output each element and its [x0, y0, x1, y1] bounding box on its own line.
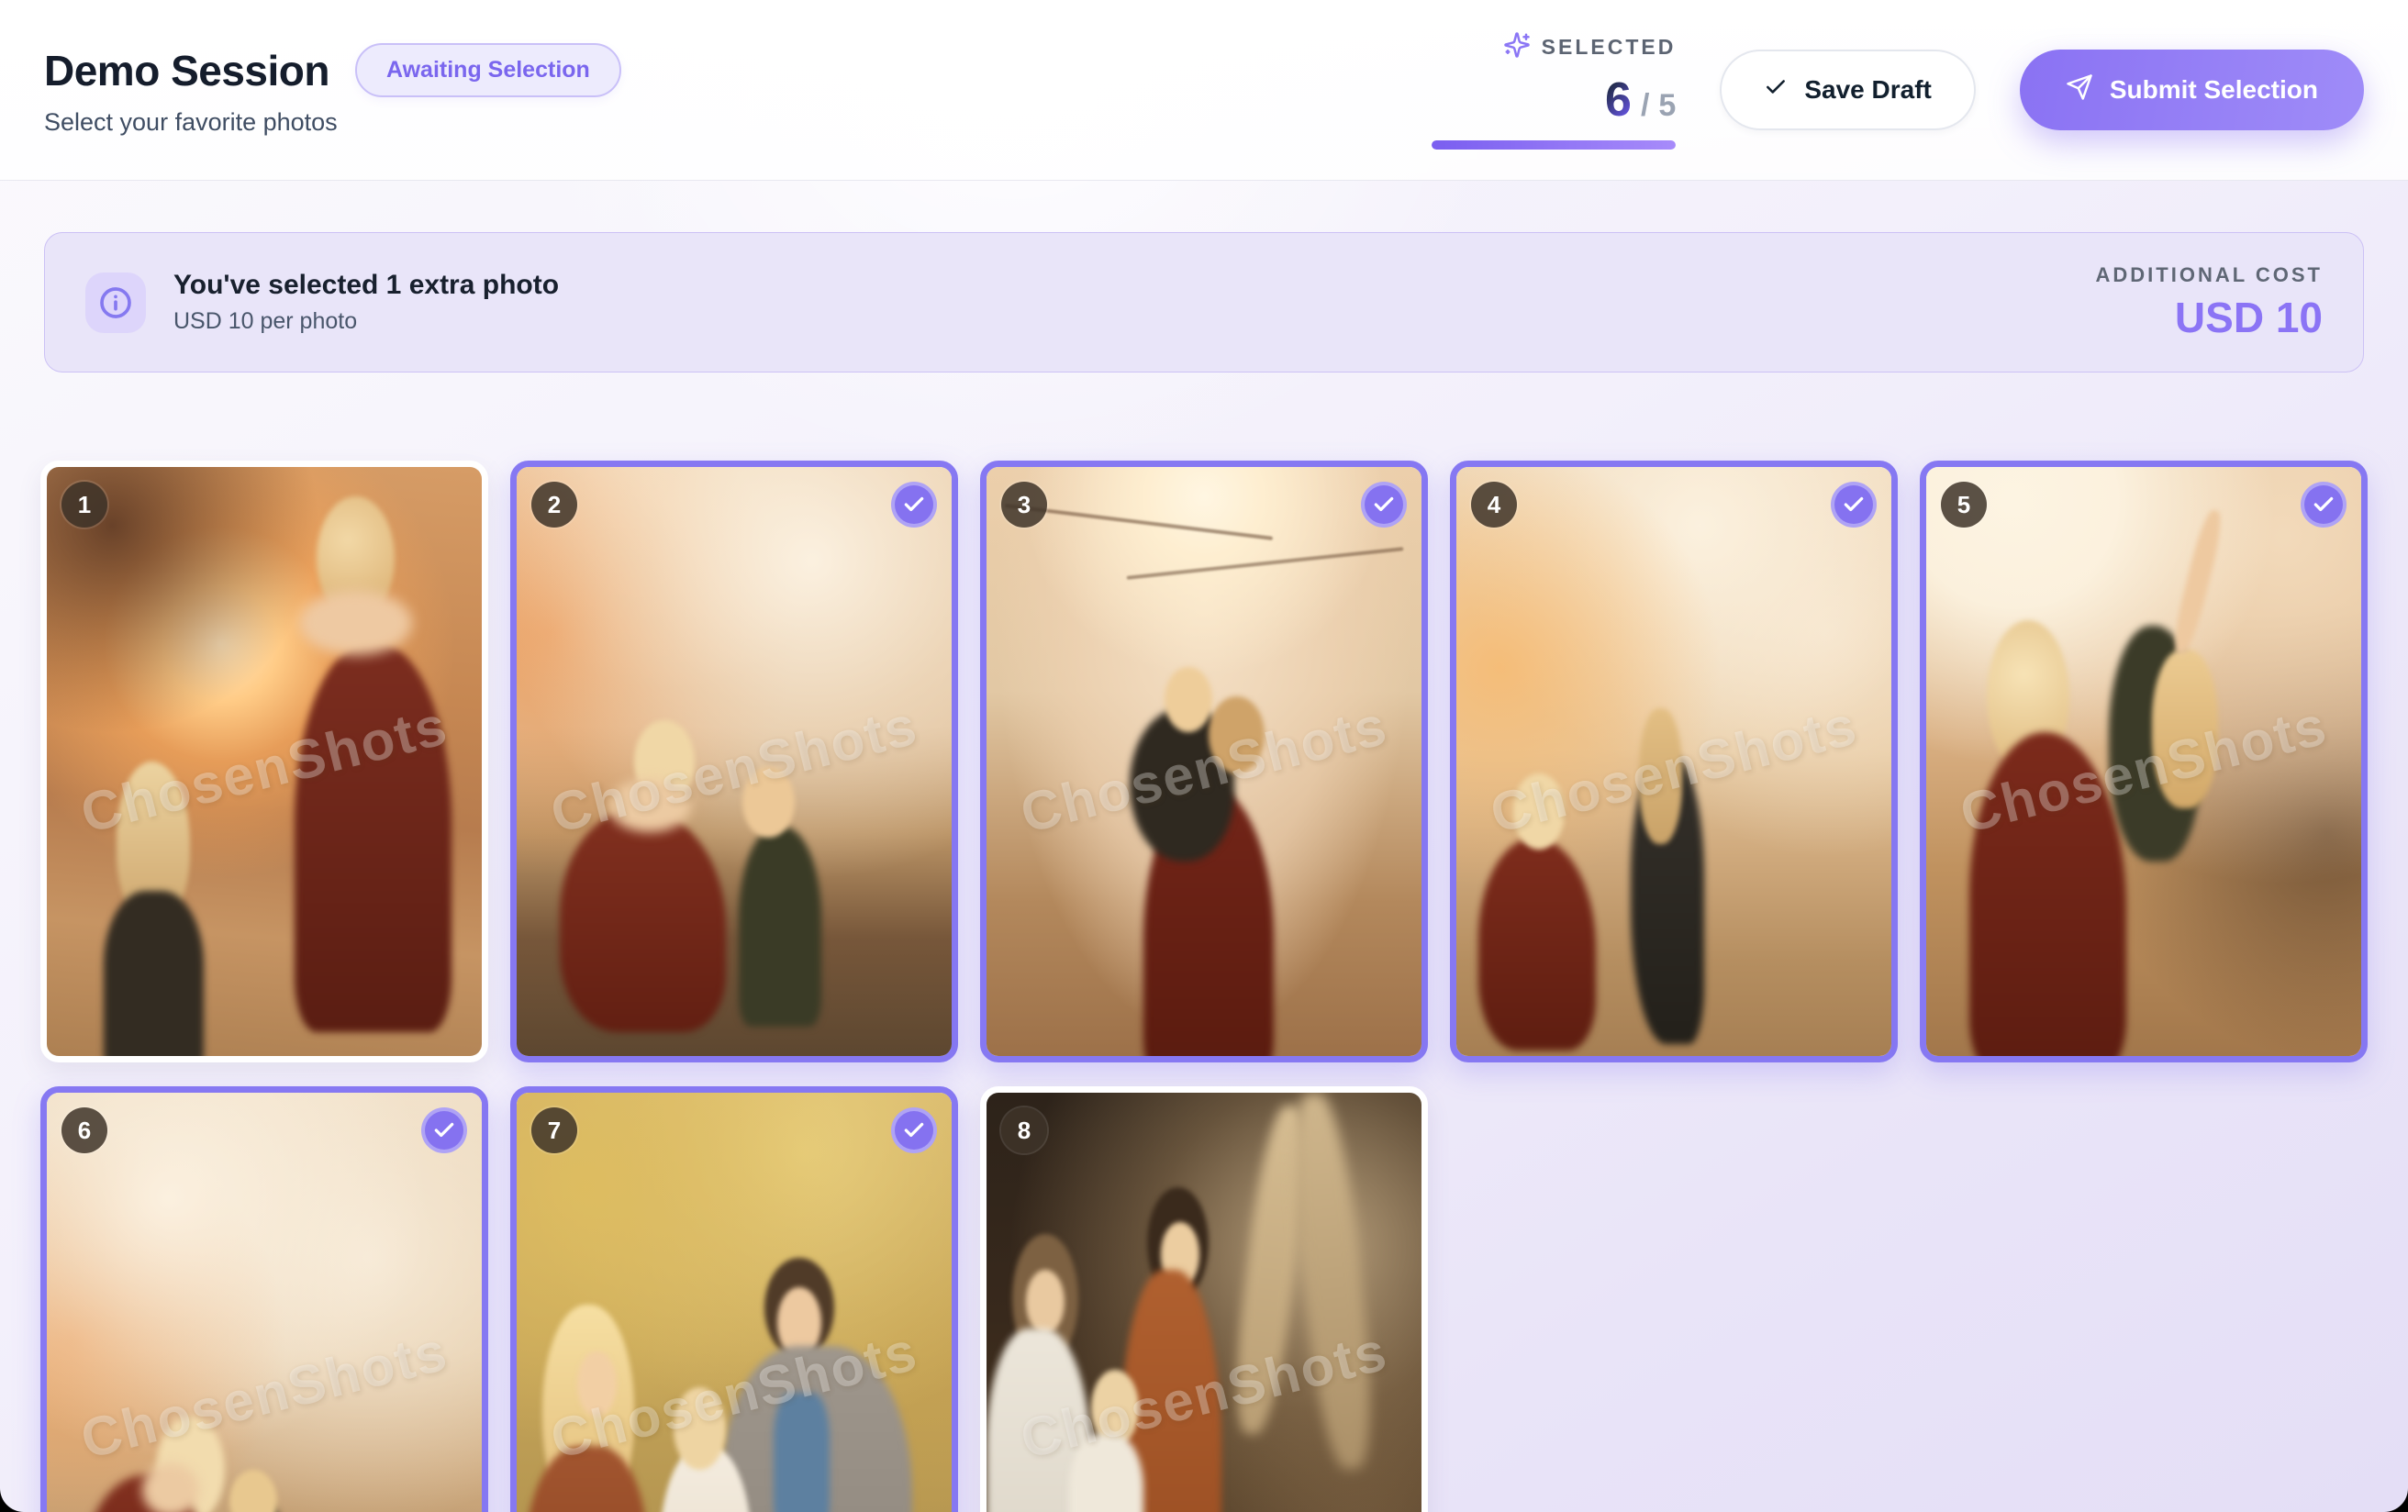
- save-draft-button[interactable]: Save Draft: [1720, 50, 1976, 130]
- selected-check-badge: [891, 1107, 937, 1153]
- selection-progress-fill: [1432, 140, 1676, 150]
- photo-number-badge: 7: [531, 1107, 577, 1153]
- page-subtitle: Select your favorite photos: [44, 108, 621, 137]
- selected-check-badge: [1361, 482, 1407, 528]
- photo-number-badge: 3: [1001, 482, 1047, 528]
- photo-card-7[interactable]: ChosenShots 7: [510, 1086, 958, 1512]
- selected-label: SELECTED: [1542, 35, 1677, 60]
- check-icon: [1764, 75, 1788, 106]
- photo-number-badge: 6: [61, 1107, 107, 1153]
- submit-selection-button[interactable]: Submit Selection: [2020, 50, 2364, 130]
- photo-card-2[interactable]: ChosenShots 2: [510, 461, 958, 1062]
- banner-title: You've selected 1 extra photo: [173, 270, 559, 301]
- sparkles-icon: [1503, 31, 1531, 63]
- photo-grid: ChosenShots 1 ChosenShots 2 ChosenShots …: [40, 461, 2368, 1512]
- page-title: Demo Session: [44, 46, 329, 95]
- selection-counter: SELECTED 6 / 5: [1432, 31, 1676, 150]
- status-badge: Awaiting Selection: [355, 43, 621, 97]
- watermark: ChosenShots: [532, 691, 936, 849]
- photo-card-8[interactable]: ChosenShots 8: [980, 1086, 1428, 1512]
- submit-selection-label: Submit Selection: [2110, 75, 2318, 105]
- save-draft-label: Save Draft: [1804, 75, 1932, 105]
- photo-card-4[interactable]: ChosenShots 4: [1450, 461, 1898, 1062]
- selected-check-badge: [421, 1107, 467, 1153]
- photo-image: ChosenShots: [1456, 467, 1891, 1056]
- photo-card-1[interactable]: ChosenShots 1: [40, 461, 488, 1062]
- watermark: ChosenShots: [62, 1317, 466, 1474]
- photo-number-badge: 1: [61, 482, 107, 528]
- send-icon: [2066, 73, 2093, 107]
- photo-card-6[interactable]: ChosenShots 6: [40, 1086, 488, 1512]
- photo-selection-app: Demo Session Awaiting Selection Select y…: [0, 0, 2408, 1512]
- selection-progress-bar: [1432, 140, 1676, 150]
- additional-cost-value: USD 10: [2096, 293, 2323, 342]
- photo-image: ChosenShots: [47, 467, 482, 1056]
- additional-cost-label: ADDITIONAL COST: [2096, 263, 2323, 287]
- selected-check-badge: [1831, 482, 1877, 528]
- photo-card-5[interactable]: ChosenShots 5: [1920, 461, 2368, 1062]
- photo-card-3[interactable]: ChosenShots 3: [980, 461, 1428, 1062]
- photo-image: ChosenShots: [517, 467, 952, 1056]
- selected-check-badge: [891, 482, 937, 528]
- photo-image: ChosenShots: [987, 467, 1421, 1056]
- header-left: Demo Session Awaiting Selection Select y…: [44, 43, 621, 137]
- selected-total: 5: [1658, 88, 1676, 124]
- selected-check-badge: [2301, 482, 2347, 528]
- photo-image: ChosenShots: [517, 1093, 952, 1512]
- photo-number-badge: 4: [1471, 482, 1517, 528]
- info-icon: [85, 272, 146, 333]
- count-separator: /: [1641, 88, 1649, 124]
- header: Demo Session Awaiting Selection Select y…: [0, 0, 2408, 181]
- banner-subtitle: USD 10 per photo: [173, 308, 559, 335]
- photo-number-badge: 8: [1001, 1107, 1047, 1153]
- photo-image: ChosenShots: [987, 1093, 1421, 1512]
- photo-number-badge: 5: [1941, 482, 1987, 528]
- selected-count: 6: [1605, 72, 1632, 128]
- header-actions: SELECTED 6 / 5 Save Draft: [1432, 31, 2364, 150]
- photo-image: ChosenShots: [47, 1093, 482, 1512]
- extra-cost-banner: You've selected 1 extra photo USD 10 per…: [44, 232, 2364, 372]
- photo-number-badge: 2: [531, 482, 577, 528]
- photo-image: ChosenShots: [1926, 467, 2361, 1056]
